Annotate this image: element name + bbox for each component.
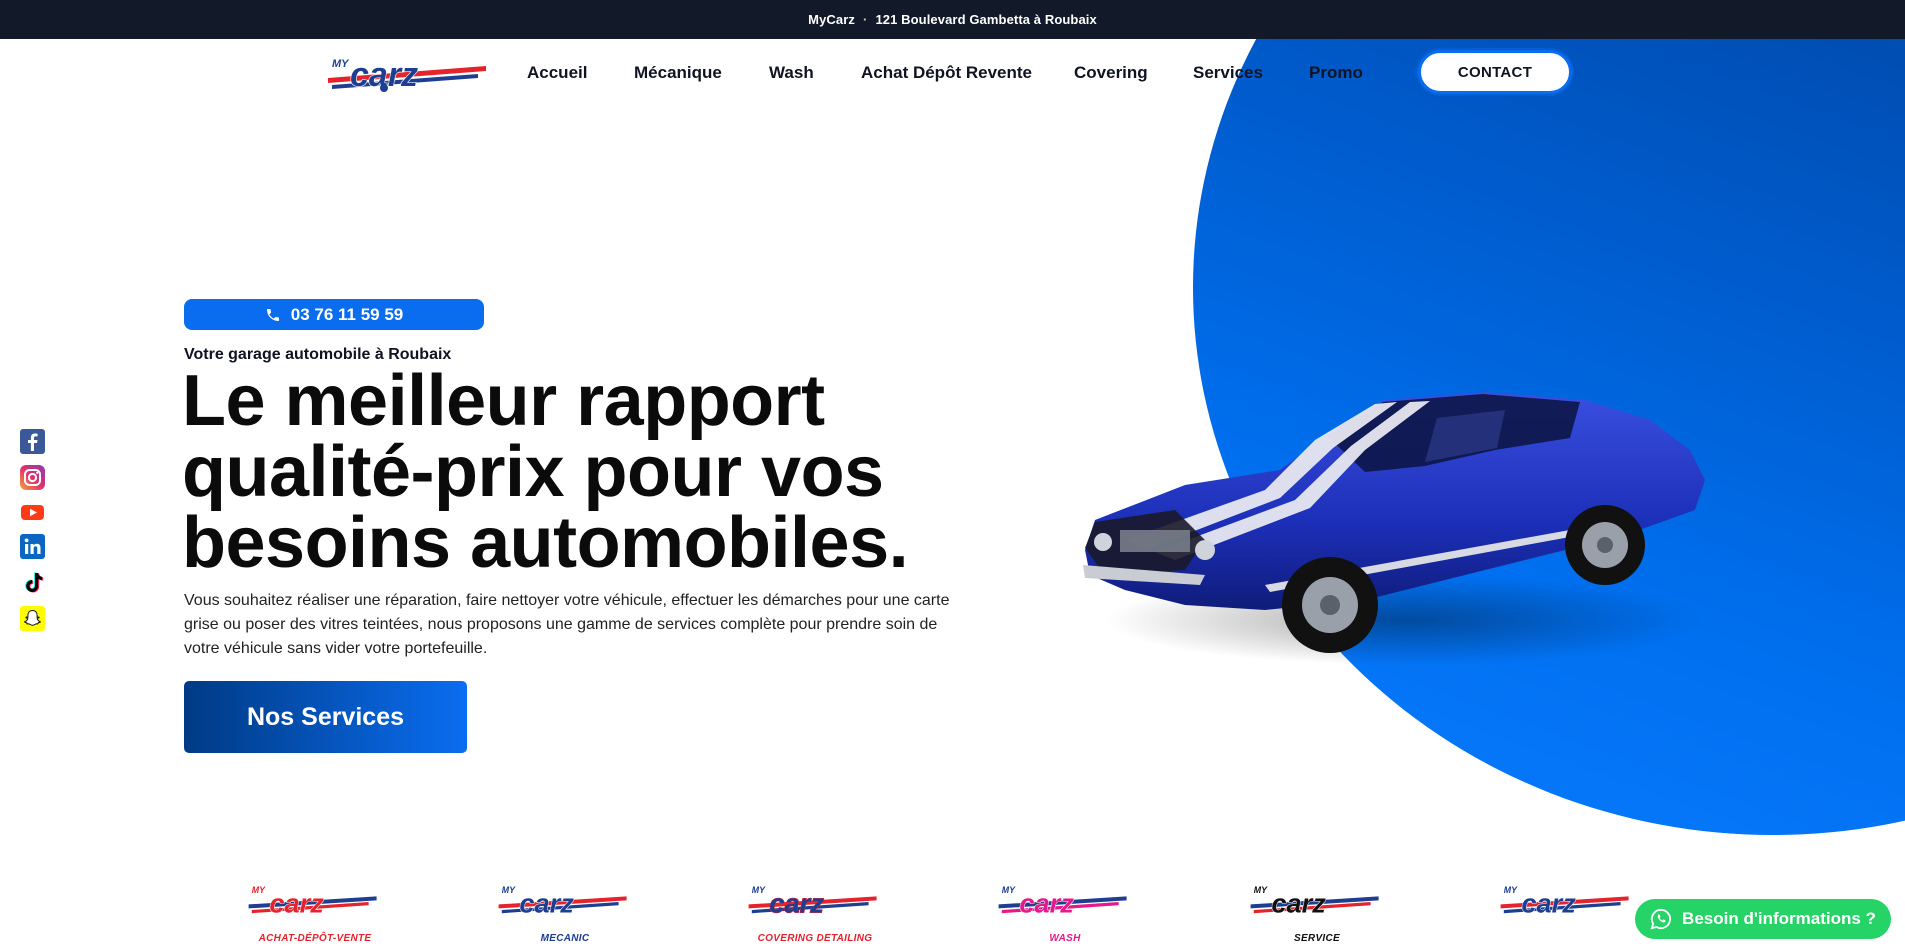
- main-navigation: MY carz Accueil Mécanique Wash Achat Dép…: [0, 39, 1905, 109]
- svg-text:MY: MY: [1002, 885, 1016, 895]
- topbar-brand: MyCarz: [808, 12, 855, 27]
- svg-text:carz: carz: [1521, 887, 1576, 918]
- brand-logo-mecanic[interactable]: MY carz MECANIC: [482, 882, 648, 944]
- svg-text:MY: MY: [1504, 885, 1518, 895]
- page: MyCarz · 121 Boulevard Gambetta à Roubai…: [0, 0, 1905, 949]
- nav-promo[interactable]: Promo: [1309, 63, 1363, 83]
- brand-tag: ACHAT-DÉPÔT-VENTE: [258, 933, 372, 944]
- svg-text:MY: MY: [332, 58, 350, 70]
- nav-covering[interactable]: Covering: [1074, 63, 1148, 83]
- facebook-icon[interactable]: [20, 429, 45, 454]
- svg-text:carz: carz: [769, 887, 824, 918]
- svg-text:MY: MY: [752, 885, 766, 895]
- whatsapp-label: Besoin d'informations ?: [1682, 909, 1876, 928]
- phone-button[interactable]: 03 76 11 59 59: [184, 299, 484, 330]
- topbar-address: 121 Boulevard Gambetta à Roubaix: [875, 12, 1097, 27]
- muscle-car-image: [1083, 392, 1705, 665]
- nav-wash[interactable]: Wash: [769, 63, 814, 83]
- whatsapp-icon: [1650, 908, 1672, 930]
- tiktok-icon[interactable]: [20, 570, 45, 595]
- nav-mecanique[interactable]: Mécanique: [634, 63, 722, 83]
- topbar-separator: ·: [863, 12, 868, 27]
- top-info-bar: MyCarz · 121 Boulevard Gambetta à Roubai…: [0, 0, 1905, 39]
- svg-text:MY: MY: [502, 885, 516, 895]
- brand-logo-covering[interactable]: MY carz COVERING DETAILING: [732, 882, 898, 944]
- youtube-icon[interactable]: [20, 500, 45, 525]
- phone-number: 03 76 11 59 59: [290, 304, 404, 324]
- brand-logo-service[interactable]: MY carz SERVICE: [1234, 882, 1400, 944]
- svg-text:carz: carz: [1019, 887, 1074, 918]
- nav-services[interactable]: Services: [1193, 63, 1263, 83]
- brand-logo-wash[interactable]: MY carz WASH: [982, 882, 1148, 944]
- nav-accueil[interactable]: Accueil: [527, 63, 587, 83]
- brand-logo-achat-depot-vente[interactable]: MY carz ACHAT-DÉPÔT-VENTE: [232, 882, 398, 944]
- whatsapp-button[interactable]: Besoin d'informations ?: [1635, 899, 1891, 939]
- contact-button[interactable]: CONTACT: [1418, 50, 1572, 94]
- nos-services-button[interactable]: Nos Services: [184, 681, 467, 753]
- brand-logo-mycarz[interactable]: MY carz: [1484, 882, 1650, 942]
- svg-text:MY: MY: [1254, 885, 1268, 895]
- hero-headline: Le meilleur rapport qualité-prix pour vo…: [182, 361, 909, 583]
- phone-icon: [266, 308, 279, 321]
- svg-text:carz: carz: [519, 887, 574, 918]
- nav-achat-depot-revente[interactable]: Achat Dépôt Revente: [861, 63, 1032, 83]
- svg-text:MY: MY: [252, 885, 266, 895]
- linkedin-icon[interactable]: [20, 534, 45, 559]
- brand-tag: COVERING DETAILING: [757, 933, 873, 944]
- brand-tag: WASH: [1049, 933, 1081, 944]
- mycarz-logo[interactable]: MY carz: [328, 52, 486, 96]
- snapchat-icon[interactable]: [20, 606, 45, 631]
- instagram-icon[interactable]: [20, 465, 45, 490]
- svg-text:carz: carz: [1271, 887, 1326, 918]
- brand-tag: SERVICE: [1293, 933, 1340, 944]
- hero-description: Vous souhaitez réaliser une réparation, …: [184, 592, 950, 657]
- brand-tag: MECANIC: [540, 933, 590, 944]
- svg-text:carz: carz: [269, 887, 324, 918]
